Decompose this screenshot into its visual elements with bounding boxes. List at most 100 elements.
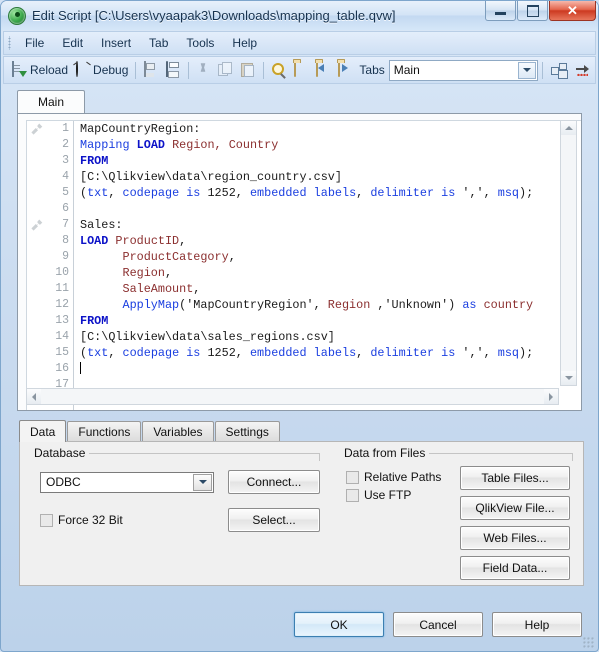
code-text[interactable]: MapCountryRegion: Mapping LOAD Region, Co… [74,121,581,410]
code-line[interactable]: [C:\Qlikview\data\region_country.csv] [80,169,581,185]
tab-selector-combo[interactable]: Main [388,59,538,81]
insert-arrow-button[interactable] [571,61,595,79]
relative-paths-checkbox-row[interactable]: Relative Paths [346,470,460,484]
script-tab-strip: Main [17,90,598,113]
statement-marker-gutter [27,121,47,410]
code-line[interactable]: [C:\Qlikview\data\sales_regions.csv] [80,329,581,345]
folder-forward-button[interactable] [334,61,356,79]
hammer-icon [29,218,44,233]
force-32-bit-checkbox[interactable] [40,513,53,527]
code-token: Mapping [80,138,130,152]
code-line[interactable]: FROM [80,313,581,329]
editor-horizontal-scrollbar[interactable] [26,388,559,405]
menu-item-tab[interactable]: Tab [140,34,177,52]
code-line[interactable]: ProductCategory, [80,249,581,265]
code-line[interactable]: ApplyMap('MapCountryRegion', Region ,'Un… [80,297,581,313]
editor-vertical-scrollbar[interactable] [560,120,577,386]
open-folder-button[interactable] [290,61,312,79]
cut-button[interactable] [193,61,215,79]
minimize-button[interactable] [485,1,516,21]
field-data-button[interactable]: Field Data... [460,556,570,580]
code-line[interactable]: SaleAmount, [80,281,581,297]
bottom-tab-strip: Data Functions Variables Settings [19,419,598,442]
code-line[interactable]: (txt, codepage is 1252, embedded labels,… [80,345,581,361]
text-cursor [80,362,81,374]
toolbar-separator [542,61,543,79]
code-line[interactable]: FROM [80,153,581,169]
table-files-button[interactable]: Table Files... [460,466,570,490]
search-button[interactable] [268,61,290,79]
line-number: 9 [62,250,69,263]
use-ftp-checkbox[interactable] [346,488,359,502]
help-button[interactable]: Help [492,612,582,637]
code-token: ProductCategory [122,250,229,264]
code-line[interactable]: Mapping LOAD Region, Country [80,137,581,153]
debug-button[interactable]: Debug [71,61,131,79]
menu-item-file[interactable]: File [16,34,53,52]
code-line[interactable]: MapCountryRegion: [80,121,581,137]
code-line[interactable]: Sales: [80,217,581,233]
menu-item-insert[interactable]: Insert [92,34,140,52]
table-structure-icon [551,63,567,77]
paste-button[interactable] [237,61,259,79]
save-button[interactable] [140,61,162,79]
code-token: , [356,346,371,360]
folder-back-button[interactable] [312,61,334,79]
reload-button[interactable]: Reload [8,61,71,79]
script-editor[interactable]: 1 2 3 4 5 6 7 8 9 10 11 12 13 14 15 16 17 MapCountryRegi… [26,120,581,410]
scroll-down-button[interactable] [561,371,576,385]
close-button[interactable]: ✕ [549,1,596,21]
line-number: 8 [62,234,69,247]
code-area[interactable]: 1 2 3 4 5 6 7 8 9 10 11 12 13 14 15 16 17 MapCountryRegi… [26,120,581,410]
scroll-right-button[interactable] [544,389,558,404]
line-number: 10 [55,266,69,279]
chevron-down-icon[interactable] [518,61,536,79]
line-number: 6 [62,202,69,215]
database-options-row: Force 32 Bit Select... [40,508,320,532]
chevron-down-icon[interactable] [193,473,212,491]
table-structure-button[interactable] [547,61,571,79]
force-32-bit-checkbox-row[interactable]: Force 32 Bit [40,513,214,527]
menu-item-help[interactable]: Help [223,34,266,52]
resize-grip[interactable] [583,637,595,649]
script-tab-main[interactable]: Main [17,90,85,113]
ok-button[interactable]: OK [294,612,384,637]
code-line[interactable] [80,361,581,377]
line-number: 1 [62,122,69,135]
use-ftp-checkbox-row[interactable]: Use FTP [346,488,460,502]
line-number: 14 [55,330,69,343]
code-line[interactable]: (txt, codepage is 1252, embedded labels,… [80,185,581,201]
menu-item-tools[interactable]: Tools [177,34,223,52]
select-button[interactable]: Select... [228,508,320,532]
tab-settings[interactable]: Settings [214,421,280,441]
tab-functions[interactable]: Functions [67,421,142,441]
database-source-select[interactable]: ODBC [40,471,214,493]
cancel-button[interactable]: Cancel [393,612,483,637]
menu-grip-handle[interactable] [8,36,12,50]
code-token: as [462,298,477,312]
code-line[interactable] [80,201,581,217]
scroll-up-button[interactable] [561,121,576,135]
reload-icon [11,61,27,78]
connect-button[interactable]: Connect... [228,470,320,494]
print-button[interactable] [162,61,184,79]
tab-variables[interactable]: Variables [142,421,214,441]
line-number: 4 [62,170,69,183]
window-title: Edit Script [C:\Users\vyaapak3\Downloads… [32,8,396,23]
code-line[interactable]: LOAD ProductID, [80,233,581,249]
tab-data[interactable]: Data [19,420,67,442]
line-number: 11 [55,282,69,295]
menu-item-edit[interactable]: Edit [53,34,92,52]
relative-paths-checkbox[interactable] [346,470,359,484]
title-bar[interactable]: Edit Script [C:\Users\vyaapak3\Downloads… [1,1,598,30]
code-line[interactable]: Region, [80,265,581,281]
folder-back-icon [315,61,331,78]
scroll-left-button[interactable] [27,389,41,404]
web-files-button[interactable]: Web Files... [460,526,570,550]
maximize-button[interactable] [517,1,548,21]
qlikview-file-button[interactable]: QlikView File... [460,496,570,520]
copy-button[interactable] [215,61,237,79]
